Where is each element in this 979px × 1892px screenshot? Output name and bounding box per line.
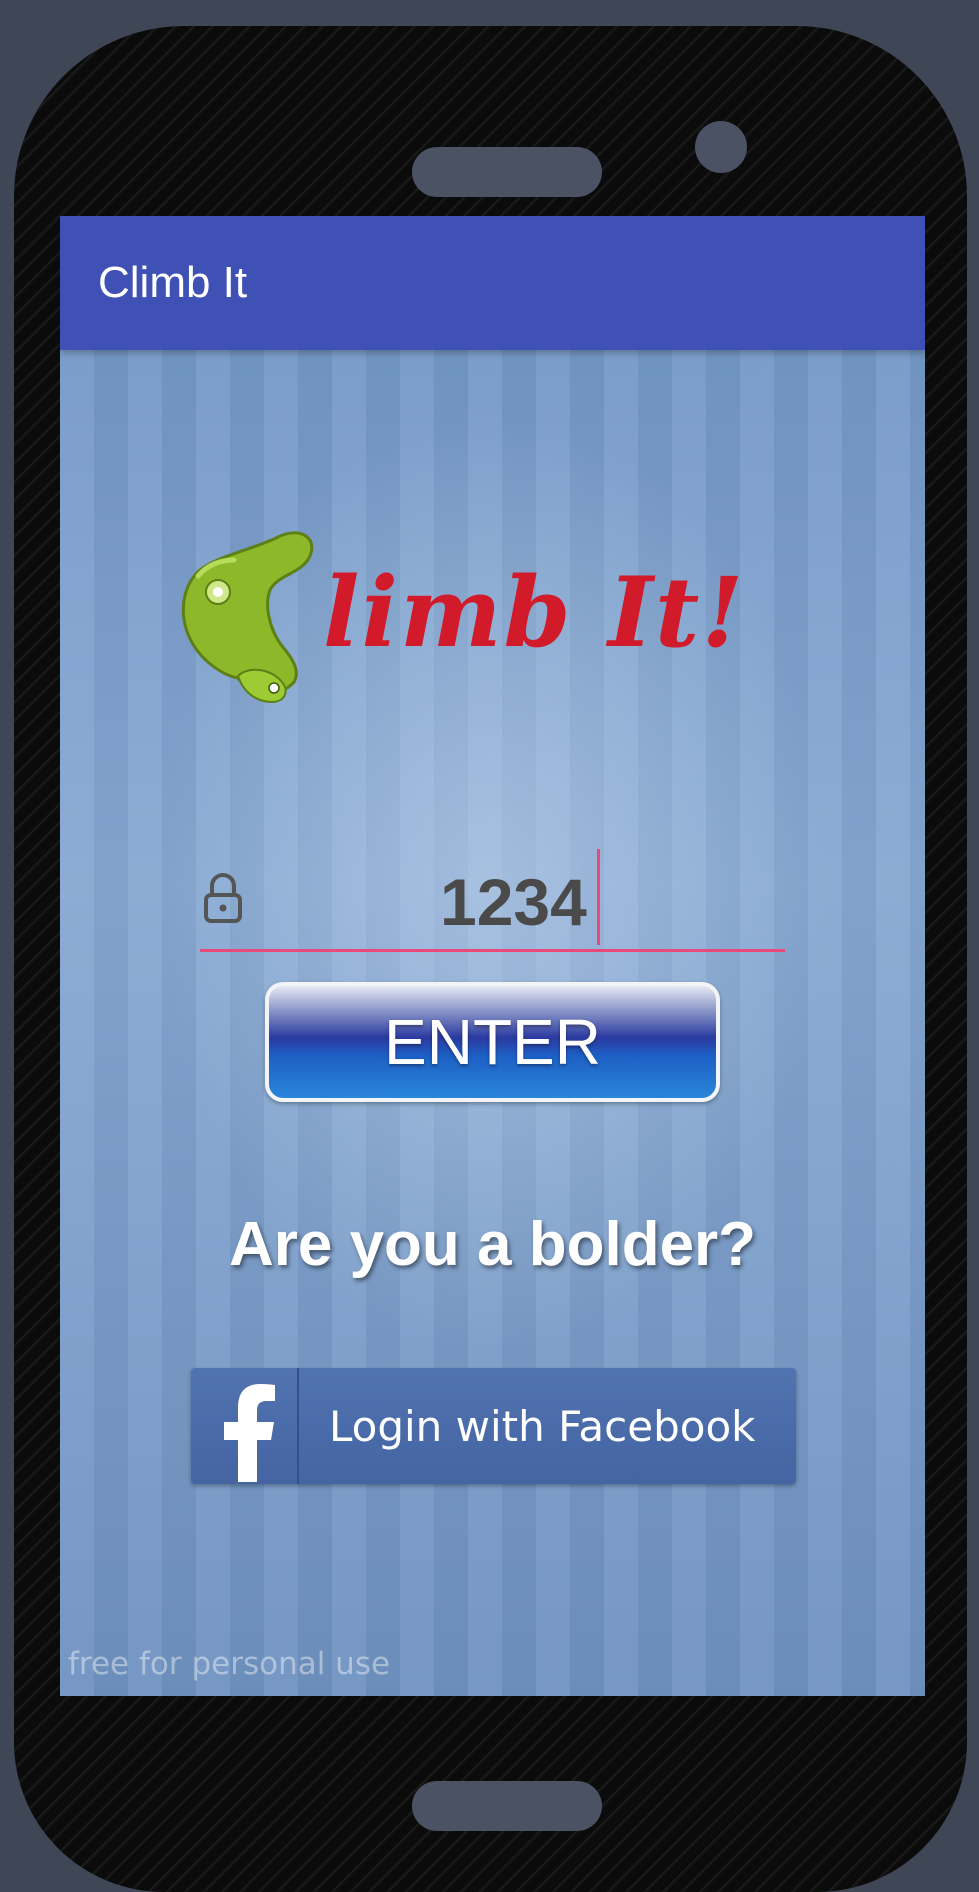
app-screen: Climb It limb It! 1234 ENTER Are you a b… [60, 216, 925, 1696]
facebook-icon-box [191, 1368, 299, 1484]
logo-text: limb It! [323, 556, 746, 669]
pin-input-value[interactable]: 1234 [440, 864, 587, 940]
watermark-text: free for personal use [68, 1646, 391, 1682]
enter-button[interactable]: ENTER [265, 982, 720, 1102]
phone-speaker [412, 147, 602, 197]
app-title: Climb It [98, 258, 248, 307]
climb-it-logo: limb It! [178, 526, 778, 716]
bolder-question: Are you a bolder? [228, 1210, 757, 1279]
climbing-hold-icon [181, 531, 314, 704]
facebook-login-label: Login with Facebook [329, 1402, 756, 1451]
home-button[interactable] [412, 1781, 602, 1831]
facebook-icon [224, 1384, 275, 1482]
text-caret [597, 849, 600, 945]
enter-button-label: ENTER [384, 1006, 601, 1078]
app-bar: Climb It [60, 216, 925, 350]
phone-camera [695, 121, 747, 173]
facebook-login-button[interactable]: Login with Facebook [191, 1368, 796, 1484]
